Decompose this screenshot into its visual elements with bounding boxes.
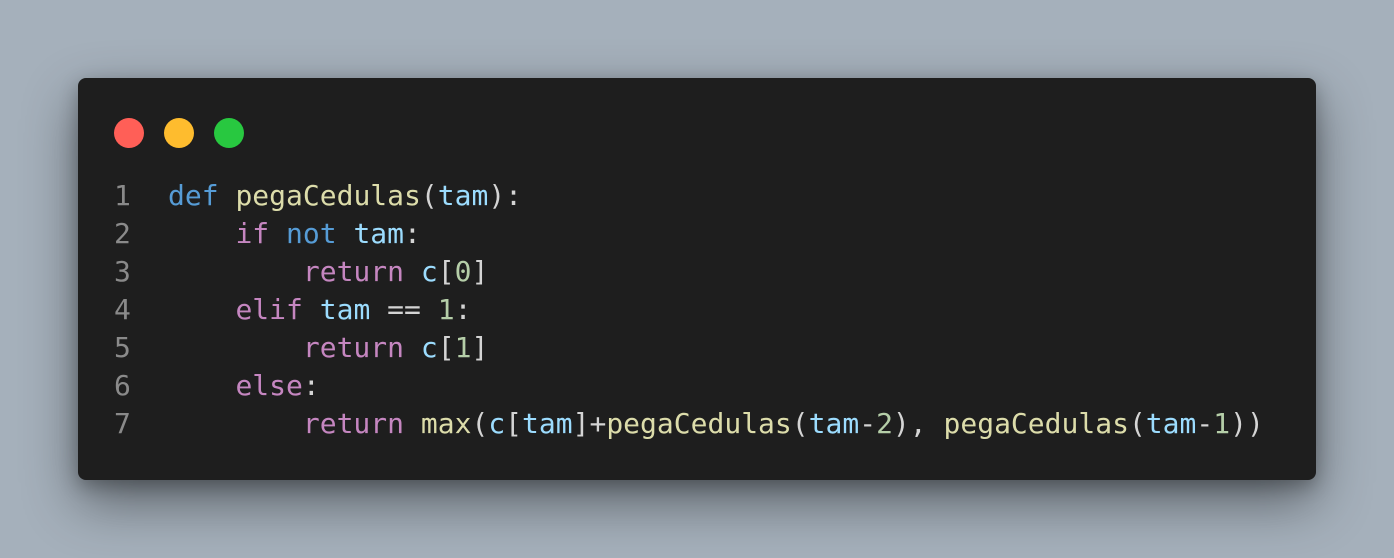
- code-text: def pegaCedulas(tam):: [168, 177, 522, 215]
- code-token: pegaCedulas: [606, 407, 792, 440]
- line-number: 2: [114, 217, 131, 250]
- maximize-dot-icon[interactable]: [214, 118, 244, 148]
- code-token: ):: [488, 179, 523, 212]
- code-token: 1: [437, 293, 455, 326]
- code-token: pegaCedulas: [943, 407, 1129, 440]
- code-token: -: [859, 407, 877, 440]
- code-line: 7 return max(c[tam]+pegaCedulas(tam-2), …: [114, 405, 1264, 443]
- code-token: ]: [471, 255, 489, 288]
- code-token: 1: [454, 331, 472, 364]
- close-dot-icon[interactable]: [114, 118, 144, 148]
- code-token: tam: [353, 217, 405, 250]
- code-text: return c[0]: [168, 253, 488, 291]
- code-token: return: [302, 331, 405, 364]
- code-token: tam: [1145, 407, 1197, 440]
- code-token: return: [302, 407, 405, 440]
- code-line: 2 if not tam:: [114, 215, 1264, 253]
- code-token: ),: [892, 407, 944, 440]
- code-token: (: [471, 407, 489, 440]
- line-number: 1: [114, 179, 131, 212]
- code-block: 1 def pegaCedulas(tam): 2 if not tam: 3 ret…: [114, 177, 1264, 443]
- code-token: [: [437, 331, 455, 364]
- code-token: 1: [1213, 407, 1231, 440]
- code-token: elif: [235, 293, 303, 326]
- code-line: 4 elif tam == 1:: [114, 291, 1264, 329]
- line-number: 3: [114, 255, 131, 288]
- code-token: -: [1196, 407, 1214, 440]
- minimize-dot-icon[interactable]: [164, 118, 194, 148]
- code-token: c: [420, 331, 438, 364]
- code-window: 1 def pegaCedulas(tam): 2 if not tam: 3 ret…: [78, 78, 1316, 480]
- code-token: tam: [319, 293, 371, 326]
- code-token: c: [420, 255, 438, 288]
- code-text: return c[1]: [168, 329, 488, 367]
- code-token: 0: [454, 255, 472, 288]
- code-token: [: [505, 407, 523, 440]
- code-token: tam: [522, 407, 573, 440]
- code-token: ]+: [572, 407, 607, 440]
- code-token: tam: [437, 179, 489, 212]
- code-text: if not tam:: [168, 215, 421, 253]
- code-line: 1 def pegaCedulas(tam):: [114, 177, 1264, 215]
- code-token: def: [168, 179, 219, 212]
- code-token: pegaCedulas: [235, 179, 421, 212]
- code-token: [: [437, 255, 455, 288]
- code-line: 3 return c[0]: [114, 253, 1264, 291]
- code-token: ]: [471, 331, 489, 364]
- code-token: return: [302, 255, 405, 288]
- code-token: if: [235, 217, 270, 250]
- code-token: (: [1128, 407, 1146, 440]
- code-text: else:: [168, 367, 320, 405]
- code-token: :: [404, 217, 421, 250]
- code-token: else: [235, 369, 303, 402]
- line-number: 6: [114, 369, 131, 402]
- code-token: not: [286, 217, 337, 250]
- code-token: (: [420, 179, 438, 212]
- line-number: 4: [114, 293, 131, 326]
- line-number: 5: [114, 331, 131, 364]
- code-token: :: [454, 293, 472, 326]
- code-token: ==: [370, 293, 438, 326]
- code-line: 5 return c[1]: [114, 329, 1264, 367]
- code-line: 6 else:: [114, 367, 1264, 405]
- code-token: max: [420, 407, 472, 440]
- code-text: elif tam == 1:: [168, 291, 471, 329]
- code-token: :: [302, 369, 320, 402]
- code-token: c: [488, 407, 506, 440]
- code-token: tam: [808, 407, 860, 440]
- line-number: 7: [114, 407, 131, 440]
- code-text: return max(c[tam]+pegaCedulas(tam-2), pe…: [168, 405, 1264, 443]
- code-token: 2: [876, 407, 893, 440]
- code-token: )): [1230, 407, 1264, 440]
- code-token: (: [791, 407, 809, 440]
